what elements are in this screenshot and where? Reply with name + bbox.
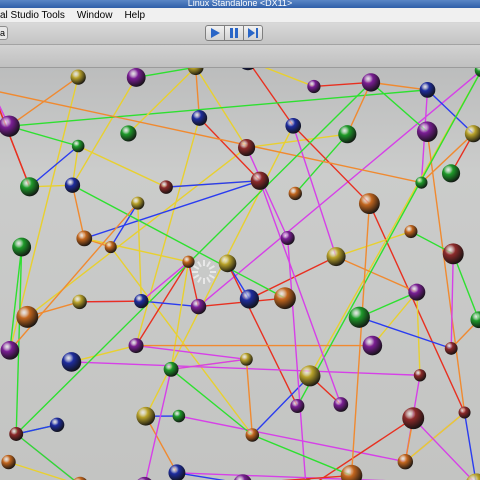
node-sphere	[274, 287, 296, 310]
node-sphere	[104, 241, 117, 254]
node-sphere	[404, 224, 418, 239]
node-sphere	[442, 243, 464, 265]
node-sphere	[397, 453, 414, 470]
node-sphere	[290, 398, 305, 414]
node-sphere	[307, 79, 321, 94]
node-sphere	[76, 230, 93, 247]
node-sphere	[280, 230, 295, 246]
node-sphere	[64, 177, 81, 193]
node-sphere	[402, 407, 425, 430]
node-sphere	[20, 177, 40, 197]
node-sphere	[163, 361, 179, 377]
node-sphere	[245, 428, 260, 442]
node-sphere	[172, 409, 186, 423]
menu-item-window[interactable]: Window	[71, 10, 119, 21]
node-sphere	[12, 237, 32, 257]
node-sphere	[299, 365, 321, 387]
menu-bar: al Studio Tools Window Help	[0, 8, 480, 23]
node-sphere	[49, 417, 65, 433]
node-sphere	[338, 125, 357, 144]
window-title-bar: Linux Standalone <DX11>	[0, 0, 480, 8]
node-sphere	[444, 341, 458, 355]
node-sphere	[239, 289, 260, 309]
node-sphere	[190, 298, 207, 315]
node-sphere	[134, 293, 149, 309]
game-scene[interactable]	[0, 68, 480, 480]
node-sphere	[182, 255, 195, 268]
node-sphere	[358, 193, 380, 214]
node-sphere	[419, 82, 436, 98]
node-sphere	[191, 110, 208, 126]
game-scene-canvas	[0, 68, 480, 480]
node-sphere	[441, 164, 461, 183]
node-sphere	[415, 176, 428, 189]
node-sphere	[250, 171, 270, 190]
node-sphere	[238, 138, 256, 157]
node-sphere	[136, 406, 156, 426]
node-sphere	[159, 180, 173, 194]
pause-icon	[230, 28, 238, 38]
step-button[interactable]	[243, 25, 263, 41]
node-sphere	[240, 352, 253, 366]
node-sphere	[408, 283, 426, 301]
node-sphere	[128, 338, 144, 354]
node-sphere	[70, 69, 86, 85]
node-sphere	[458, 406, 471, 419]
menu-item-help[interactable]: Help	[118, 10, 151, 21]
play-button[interactable]	[205, 25, 225, 41]
node-sphere	[61, 352, 82, 372]
node-sphere	[1, 454, 16, 470]
node-sphere	[361, 73, 381, 92]
node-sphere	[71, 139, 85, 153]
window-title: Linux Standalone <DX11>	[187, 0, 293, 8]
node-sphere	[9, 427, 24, 441]
node-sphere	[416, 121, 438, 143]
play-icon	[211, 28, 220, 38]
node-sphere	[0, 341, 20, 360]
node-sphere	[288, 186, 302, 201]
toolbar-tool-button[interactable]: a	[0, 26, 8, 40]
node-sphere	[326, 247, 346, 267]
game-view-header	[0, 45, 480, 68]
main-toolbar: a	[0, 23, 480, 45]
link-line	[79, 300, 142, 303]
node-sphere	[72, 294, 87, 310]
node-sphere	[120, 125, 137, 142]
game-view-panel	[0, 45, 480, 480]
play-controls	[205, 25, 263, 41]
node-sphere	[362, 335, 383, 356]
node-sphere	[131, 196, 145, 210]
node-sphere	[285, 117, 302, 134]
node-sphere	[348, 306, 370, 328]
node-sphere	[413, 369, 427, 382]
node-sphere	[16, 305, 39, 328]
pause-button[interactable]	[224, 25, 244, 41]
node-sphere	[126, 68, 146, 87]
node-sphere	[333, 397, 349, 412]
menu-item-studio-tools[interactable]: al Studio Tools	[0, 10, 71, 21]
step-icon	[248, 28, 258, 38]
node-sphere	[218, 254, 237, 273]
